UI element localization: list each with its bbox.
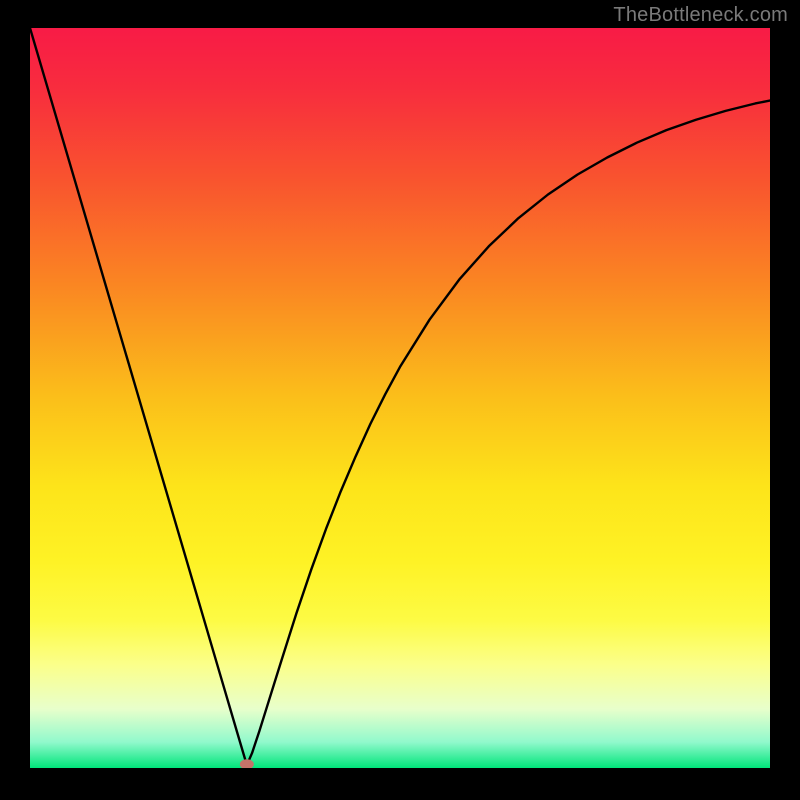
chart-container: TheBottleneck.com <box>0 0 800 800</box>
bottleneck-curve-chart <box>30 28 770 768</box>
attribution-text: TheBottleneck.com <box>613 4 788 27</box>
plot-area <box>30 28 770 768</box>
gradient-background <box>30 28 770 768</box>
